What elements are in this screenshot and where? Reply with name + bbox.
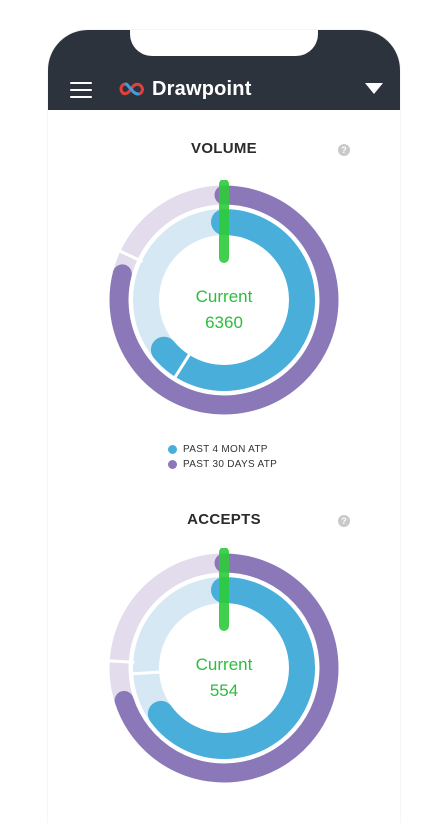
triangle-down-icon[interactable] [365,83,383,94]
question-circle-icon[interactable]: ? [338,144,350,156]
phone-frame: Drawpoint VOLUME ? Current 6360 PAST 4 M… [48,30,400,823]
volume-gauge: Current 6360 [106,179,342,420]
question-circle-icon[interactable]: ? [338,515,350,527]
drawpoint-logo-icon [119,82,144,96]
volume-current-label: Current [195,287,253,306]
legend-item-past-30-days: PAST 30 DAYS ATP [168,457,277,472]
legend-item-past-4-mon: PAST 4 MON ATP [168,442,277,457]
legend-dot-past-4-mon [168,445,177,454]
accepts-current-label: Current [195,655,253,674]
top-bar: Drawpoint [48,30,400,110]
app-name: Drawpoint [152,77,252,100]
accepts-current-value: 554 [209,681,239,700]
volume-current-value: 6360 [205,313,243,332]
legend-label-past-30-days: PAST 30 DAYS ATP [183,459,278,470]
accepts-gauge: Current 554 [106,547,342,788]
device-notch [130,30,318,56]
app-logo: Drawpoint [118,76,252,102]
chart-legend: PAST 4 MON ATP PAST 30 DAYS ATP [168,442,277,472]
legend-dot-past-30-days [168,460,177,469]
legend-label-past-4-mon: PAST 4 MON ATP [183,444,268,455]
hamburger-menu-icon[interactable] [70,82,92,98]
